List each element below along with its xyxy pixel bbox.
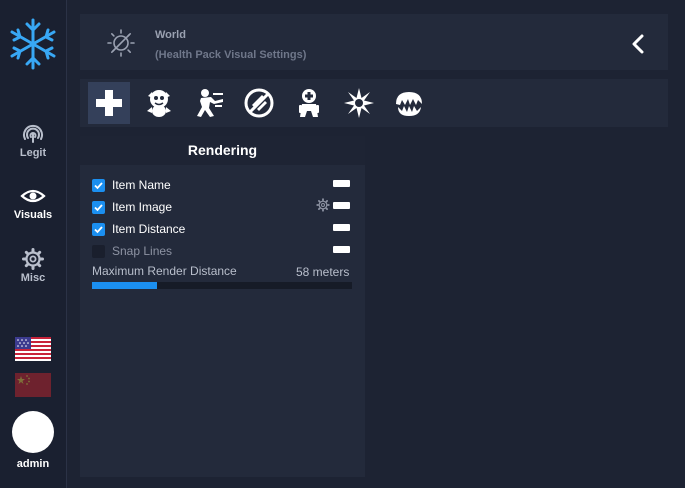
no-weapon-icon	[244, 88, 274, 118]
slider-value: 58 meters	[296, 265, 350, 279]
slider-fill	[92, 282, 157, 289]
sidebar-item-misc[interactable]: Misc	[0, 248, 66, 284]
sidebar-item-label: Visuals	[13, 209, 53, 221]
render-distance-slider[interactable]	[92, 282, 352, 289]
burst-icon	[344, 88, 374, 118]
sidebar-item-visuals[interactable]: Visuals	[0, 185, 66, 221]
tab-medic-robot[interactable]	[288, 82, 330, 124]
checkmark-icon	[94, 226, 103, 234]
checkmark-icon	[94, 204, 103, 212]
item-name-checkbox[interactable]	[92, 179, 105, 192]
avatar[interactable]	[12, 411, 54, 453]
tab-soldier[interactable]	[188, 82, 230, 124]
health-pack-icon	[96, 90, 122, 116]
eye-icon	[20, 189, 46, 203]
sidebar-item-label: Legit	[19, 147, 47, 159]
checkmark-icon	[94, 182, 103, 190]
snowflake-icon[interactable]	[9, 18, 57, 70]
tab-no-weapon[interactable]	[238, 82, 280, 124]
creature-icon	[147, 90, 171, 117]
color-swatch[interactable]	[333, 202, 350, 209]
option-snap-lines: Snap Lines	[92, 242, 354, 260]
jaw-trap-icon	[396, 92, 422, 116]
snap-lines-checkbox[interactable]	[92, 245, 105, 258]
option-item-name: Item Name	[92, 176, 354, 194]
china-flag-icon[interactable]	[15, 373, 51, 397]
chevron-left-icon[interactable]	[626, 32, 650, 56]
category-tab-bar	[80, 79, 668, 127]
gear-icon	[22, 248, 44, 270]
username: admin	[16, 458, 50, 470]
option-label: Item Image	[112, 200, 173, 214]
sidebar-item-label: Misc	[20, 272, 46, 284]
slider-label: Maximum Render Distance	[92, 264, 237, 278]
tab-burst[interactable]	[338, 82, 380, 124]
color-swatch[interactable]	[333, 246, 350, 253]
soldier-icon	[197, 89, 223, 117]
color-swatch[interactable]	[333, 224, 350, 231]
rendering-panel: Rendering Item Name Item Image Item Dist…	[80, 136, 365, 477]
panel-title: Rendering	[80, 136, 365, 165]
page-header: World (Health Pack Visual Settings)	[80, 14, 668, 70]
page-title: World	[155, 29, 186, 41]
option-label: Item Distance	[112, 222, 186, 236]
item-distance-checkbox[interactable]	[92, 223, 105, 236]
us-flag-icon[interactable]	[15, 337, 51, 361]
settings-gear-icon[interactable]	[316, 198, 330, 212]
option-item-image: Item Image	[92, 198, 354, 216]
tab-creature[interactable]	[138, 82, 180, 124]
tab-jaw-trap[interactable]	[388, 82, 430, 124]
color-swatch[interactable]	[333, 180, 350, 187]
fingerprint-icon	[23, 124, 43, 143]
option-item-distance: Item Distance	[92, 220, 354, 238]
option-label: Snap Lines	[112, 244, 173, 258]
sidebar-item-legit[interactable]: Legit	[0, 123, 66, 159]
page-subtitle: (Health Pack Visual Settings)	[155, 49, 307, 61]
option-label: Item Name	[112, 178, 171, 192]
sidebar: Legit Visuals Misc admin	[0, 0, 67, 488]
medic-robot-icon	[299, 89, 319, 117]
tab-health-pack[interactable]	[88, 82, 130, 124]
item-image-checkbox[interactable]	[92, 201, 105, 214]
world-settings-icon	[107, 29, 135, 57]
